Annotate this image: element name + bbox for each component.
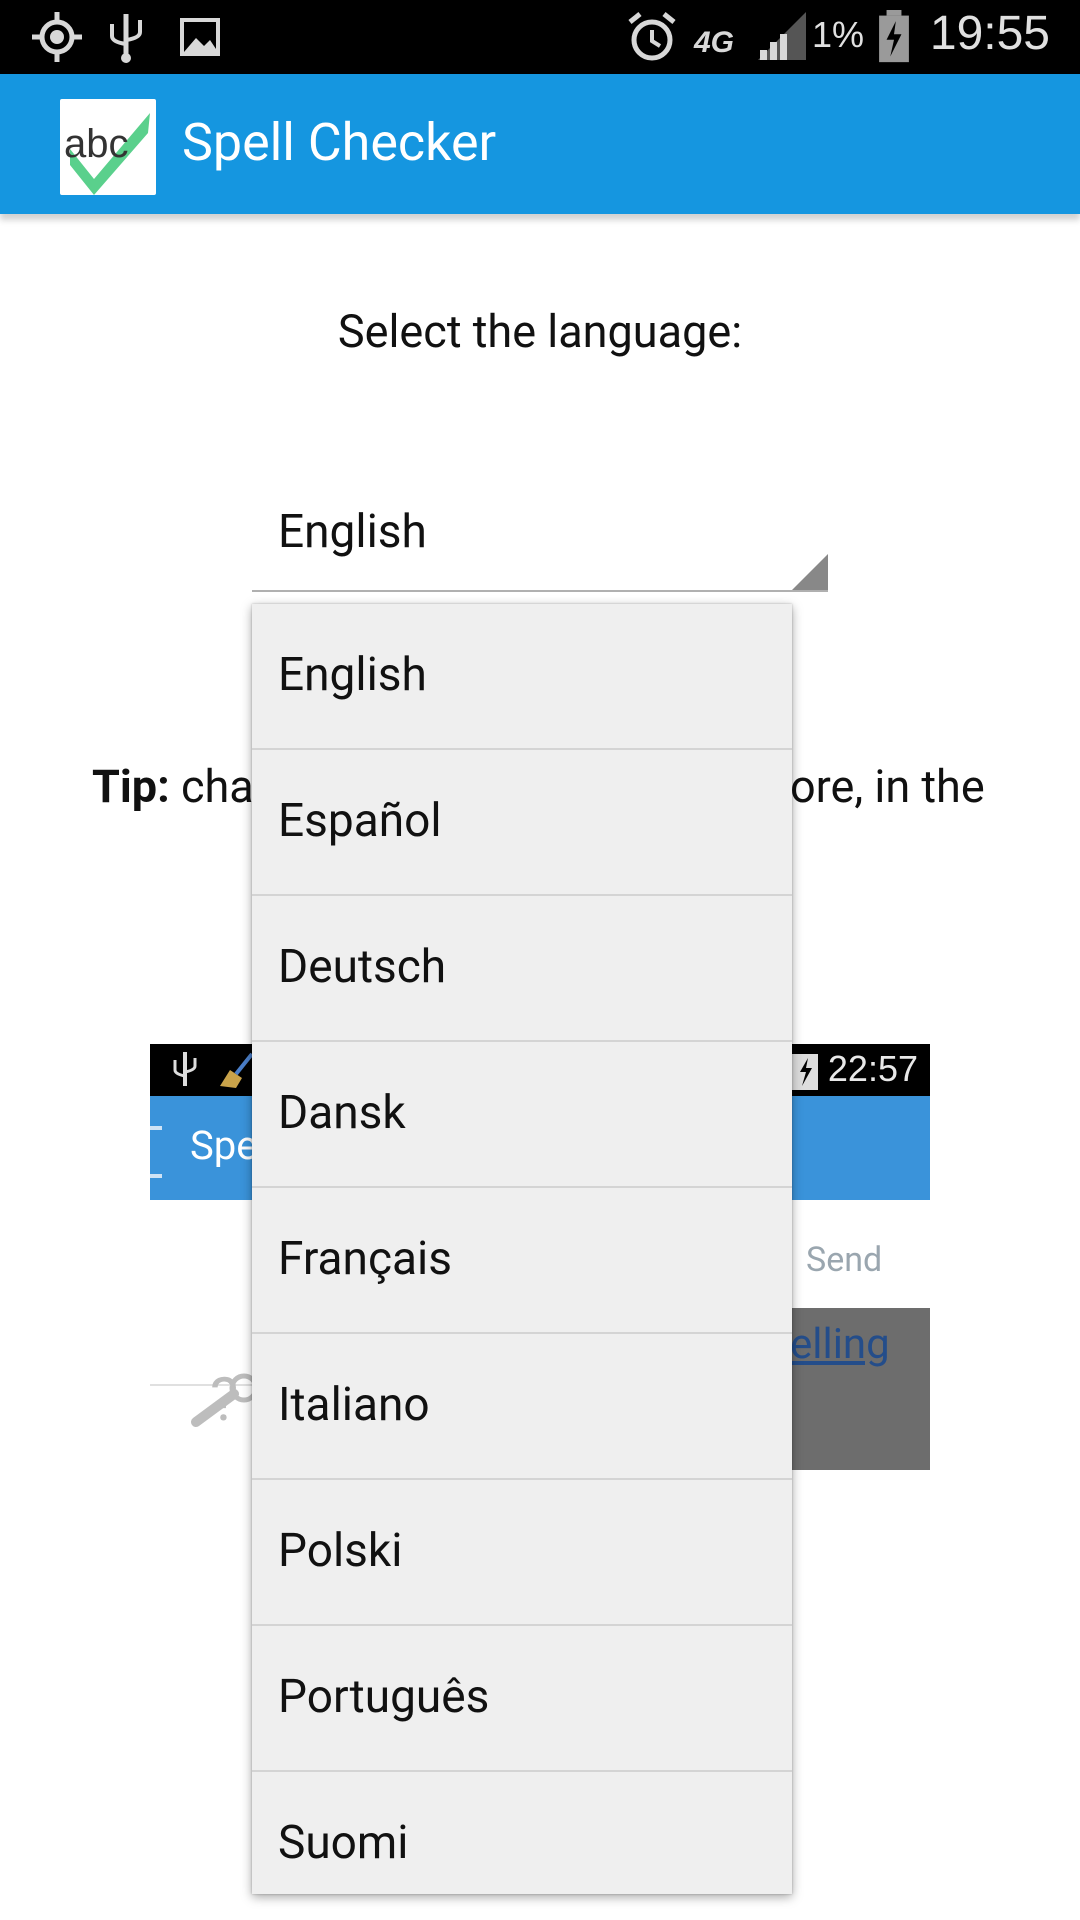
app-title: Spell Checker <box>182 112 497 173</box>
usb-icon <box>173 1052 197 1086</box>
help-question-icon: ? <box>210 1364 239 1435</box>
dropdown-option-english[interactable]: English <box>252 604 792 750</box>
status-time: 19:55 <box>929 7 1050 60</box>
language-prompt: Select the language: <box>337 305 743 358</box>
tip-label: Tip: <box>92 760 170 813</box>
battery-percent: 1% <box>812 14 865 55</box>
option-label: Português <box>278 1670 490 1724</box>
option-label: English <box>278 648 427 702</box>
status-bar: 4G 1% 19:55 <box>0 0 1080 74</box>
app-bar: abc Spell Checker <box>0 74 1080 214</box>
spinner-arrow-icon <box>792 554 828 590</box>
broom-icon <box>220 1052 254 1088</box>
dropdown-option-francais[interactable]: Français <box>252 1188 792 1334</box>
alarm-icon <box>628 12 676 61</box>
screenshot-app-title: Spe <box>190 1122 258 1169</box>
option-label: Deutsch <box>278 940 447 994</box>
option-label: Polski <box>278 1524 403 1578</box>
svg-text:4G: 4G <box>693 26 734 59</box>
dropdown-option-portugues[interactable]: Português <box>252 1626 792 1772</box>
screenshot-time: 22:57 <box>827 1048 918 1089</box>
battery-charging-icon <box>792 1054 818 1090</box>
option-label: Dansk <box>278 1086 406 1140</box>
network-4g-icon: 4G <box>693 26 734 59</box>
dropdown-option-deutsch[interactable]: Deutsch <box>252 896 792 1042</box>
logo-text: abc <box>64 122 129 166</box>
option-label: Français <box>278 1232 452 1286</box>
screenshot-send-label: Send <box>806 1240 883 1280</box>
option-label: Italiano <box>278 1378 430 1432</box>
language-dropdown-list[interactable]: English Español Deutsch Dansk Français I… <box>252 604 792 1894</box>
option-label: Suomi <box>278 1816 409 1870</box>
tip-text: Tip: cha <box>92 760 254 813</box>
dropdown-option-italiano[interactable]: Italiano <box>252 1334 792 1480</box>
option-label: Español <box>278 794 442 848</box>
dropdown-option-dansk[interactable]: Dansk <box>252 1042 792 1188</box>
usb-icon <box>110 14 142 63</box>
location-icon <box>32 12 82 62</box>
spinner-selected-value: English <box>278 505 427 559</box>
language-spinner[interactable]: English <box>252 490 828 592</box>
app-logo[interactable]: abc <box>60 99 156 195</box>
tip-text-end: ore, in the <box>790 760 985 813</box>
dropdown-option-espanol[interactable]: Español <box>252 750 792 896</box>
tip-text-start: cha <box>169 760 254 813</box>
image-icon <box>180 18 220 56</box>
battery-charging-icon <box>879 10 909 63</box>
spell-check-logo-icon: abc <box>64 113 150 195</box>
menu-icon <box>150 1126 162 1178</box>
dropdown-option-polski[interactable]: Polski <box>252 1480 792 1626</box>
dropdown-option-suomi[interactable]: Suomi <box>252 1772 792 1918</box>
signal-icon <box>758 12 806 60</box>
screenshot-link: elling <box>790 1320 890 1369</box>
